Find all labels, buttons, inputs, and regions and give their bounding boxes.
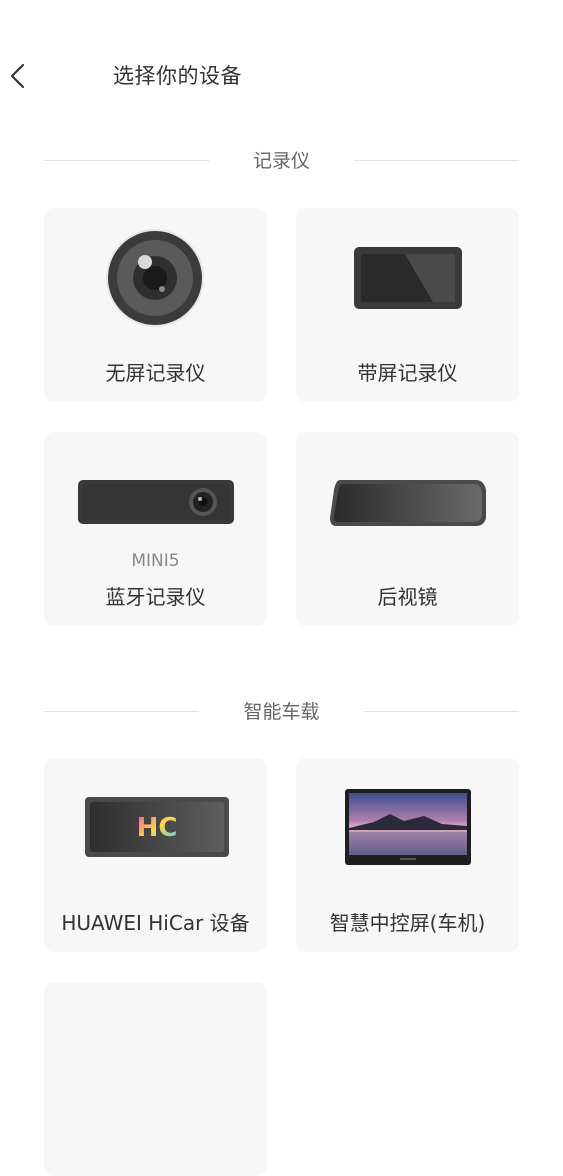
section-title: 智能车载 <box>243 701 320 723</box>
section-title: 记录仪 <box>252 150 310 172</box>
top-bar: 选择你的设备 <box>0 44 563 108</box>
hicar-screen-icon: HC <box>44 758 267 898</box>
device-label: HUAWEI HiCar 设备 <box>61 911 250 935</box>
device-card-screen-recorder[interactable]: 带屏记录仪 <box>296 208 519 402</box>
rearview-mirror-icon <box>296 432 519 572</box>
device-label: 智慧中控屏(车机) <box>329 911 486 935</box>
device-card-partial[interactable] <box>44 982 267 1176</box>
device-card-rearview-mirror[interactable]: 后视镜 <box>296 432 519 626</box>
device-card-bluetooth-recorder[interactable]: MINI5 蓝牙记录仪 <box>44 432 267 626</box>
section-header-smart-car: 智能车载 <box>44 695 519 729</box>
chevron-left-icon <box>10 63 25 89</box>
divider-right <box>364 711 519 712</box>
hicar-logo-text: HC <box>137 813 178 843</box>
device-label: 带屏记录仪 <box>357 361 458 385</box>
device-label: 后视镜 <box>377 585 438 609</box>
divider-right <box>354 160 519 161</box>
device-label: 无屏记录仪 <box>105 361 206 385</box>
device-card-screenless-recorder[interactable]: 无屏记录仪 <box>44 208 267 402</box>
section-header-recorders: 记录仪 <box>44 144 519 178</box>
screen-recorder-icon <box>296 208 519 348</box>
page-title: 选择你的设备 <box>113 64 242 88</box>
device-label: 蓝牙记录仪 <box>105 585 206 609</box>
device-card-hicar[interactable]: HC HUAWEI HiCar 设备 <box>44 758 267 952</box>
device-model: MINI5 <box>131 551 180 571</box>
device-card-center-console[interactable]: 智慧中控屏(车机) <box>296 758 519 952</box>
center-console-screen-icon <box>296 758 519 898</box>
camera-lens-icon <box>44 208 267 348</box>
back-button[interactable] <box>0 58 40 94</box>
